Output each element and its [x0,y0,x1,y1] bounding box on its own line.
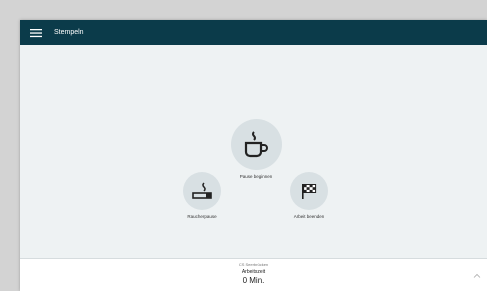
start-break-label: Pause beginnen [239,174,273,179]
coffee-cup-icon [244,130,268,157]
app-window: Stempeln Pause beginnen Raucherpause Arb… [20,20,487,291]
cigarette-icon [192,182,212,199]
end-work-label: Arbeit beenden [293,214,325,219]
location-label: CS Seerbrücken [238,262,269,267]
checkered-flag-icon [302,183,317,199]
worktime-footer: CS Seerbrücken Arbeitszeit 0 Min. [20,258,487,291]
worktime-label: Arbeitszeit [241,269,266,275]
top-app-bar: Stempeln [20,20,487,45]
chevron-up-icon[interactable] [473,273,481,278]
start-break-button[interactable]: Pause beginnen [229,119,283,179]
worktime-value: 0 Min. [242,276,265,285]
start-break-circle[interactable] [230,119,282,170]
hamburger-menu-icon[interactable] [30,28,42,38]
smoking-break-label: Raucherpause [187,214,217,219]
page-title: Stempeln [54,29,84,36]
main-content: Pause beginnen Raucherpause Arbeit beend… [20,45,487,259]
end-work-circle[interactable] [290,172,328,210]
smoking-break-button[interactable]: Raucherpause [182,172,222,219]
end-work-button[interactable]: Arbeit beenden [287,172,331,219]
smoking-break-circle[interactable] [183,172,221,210]
